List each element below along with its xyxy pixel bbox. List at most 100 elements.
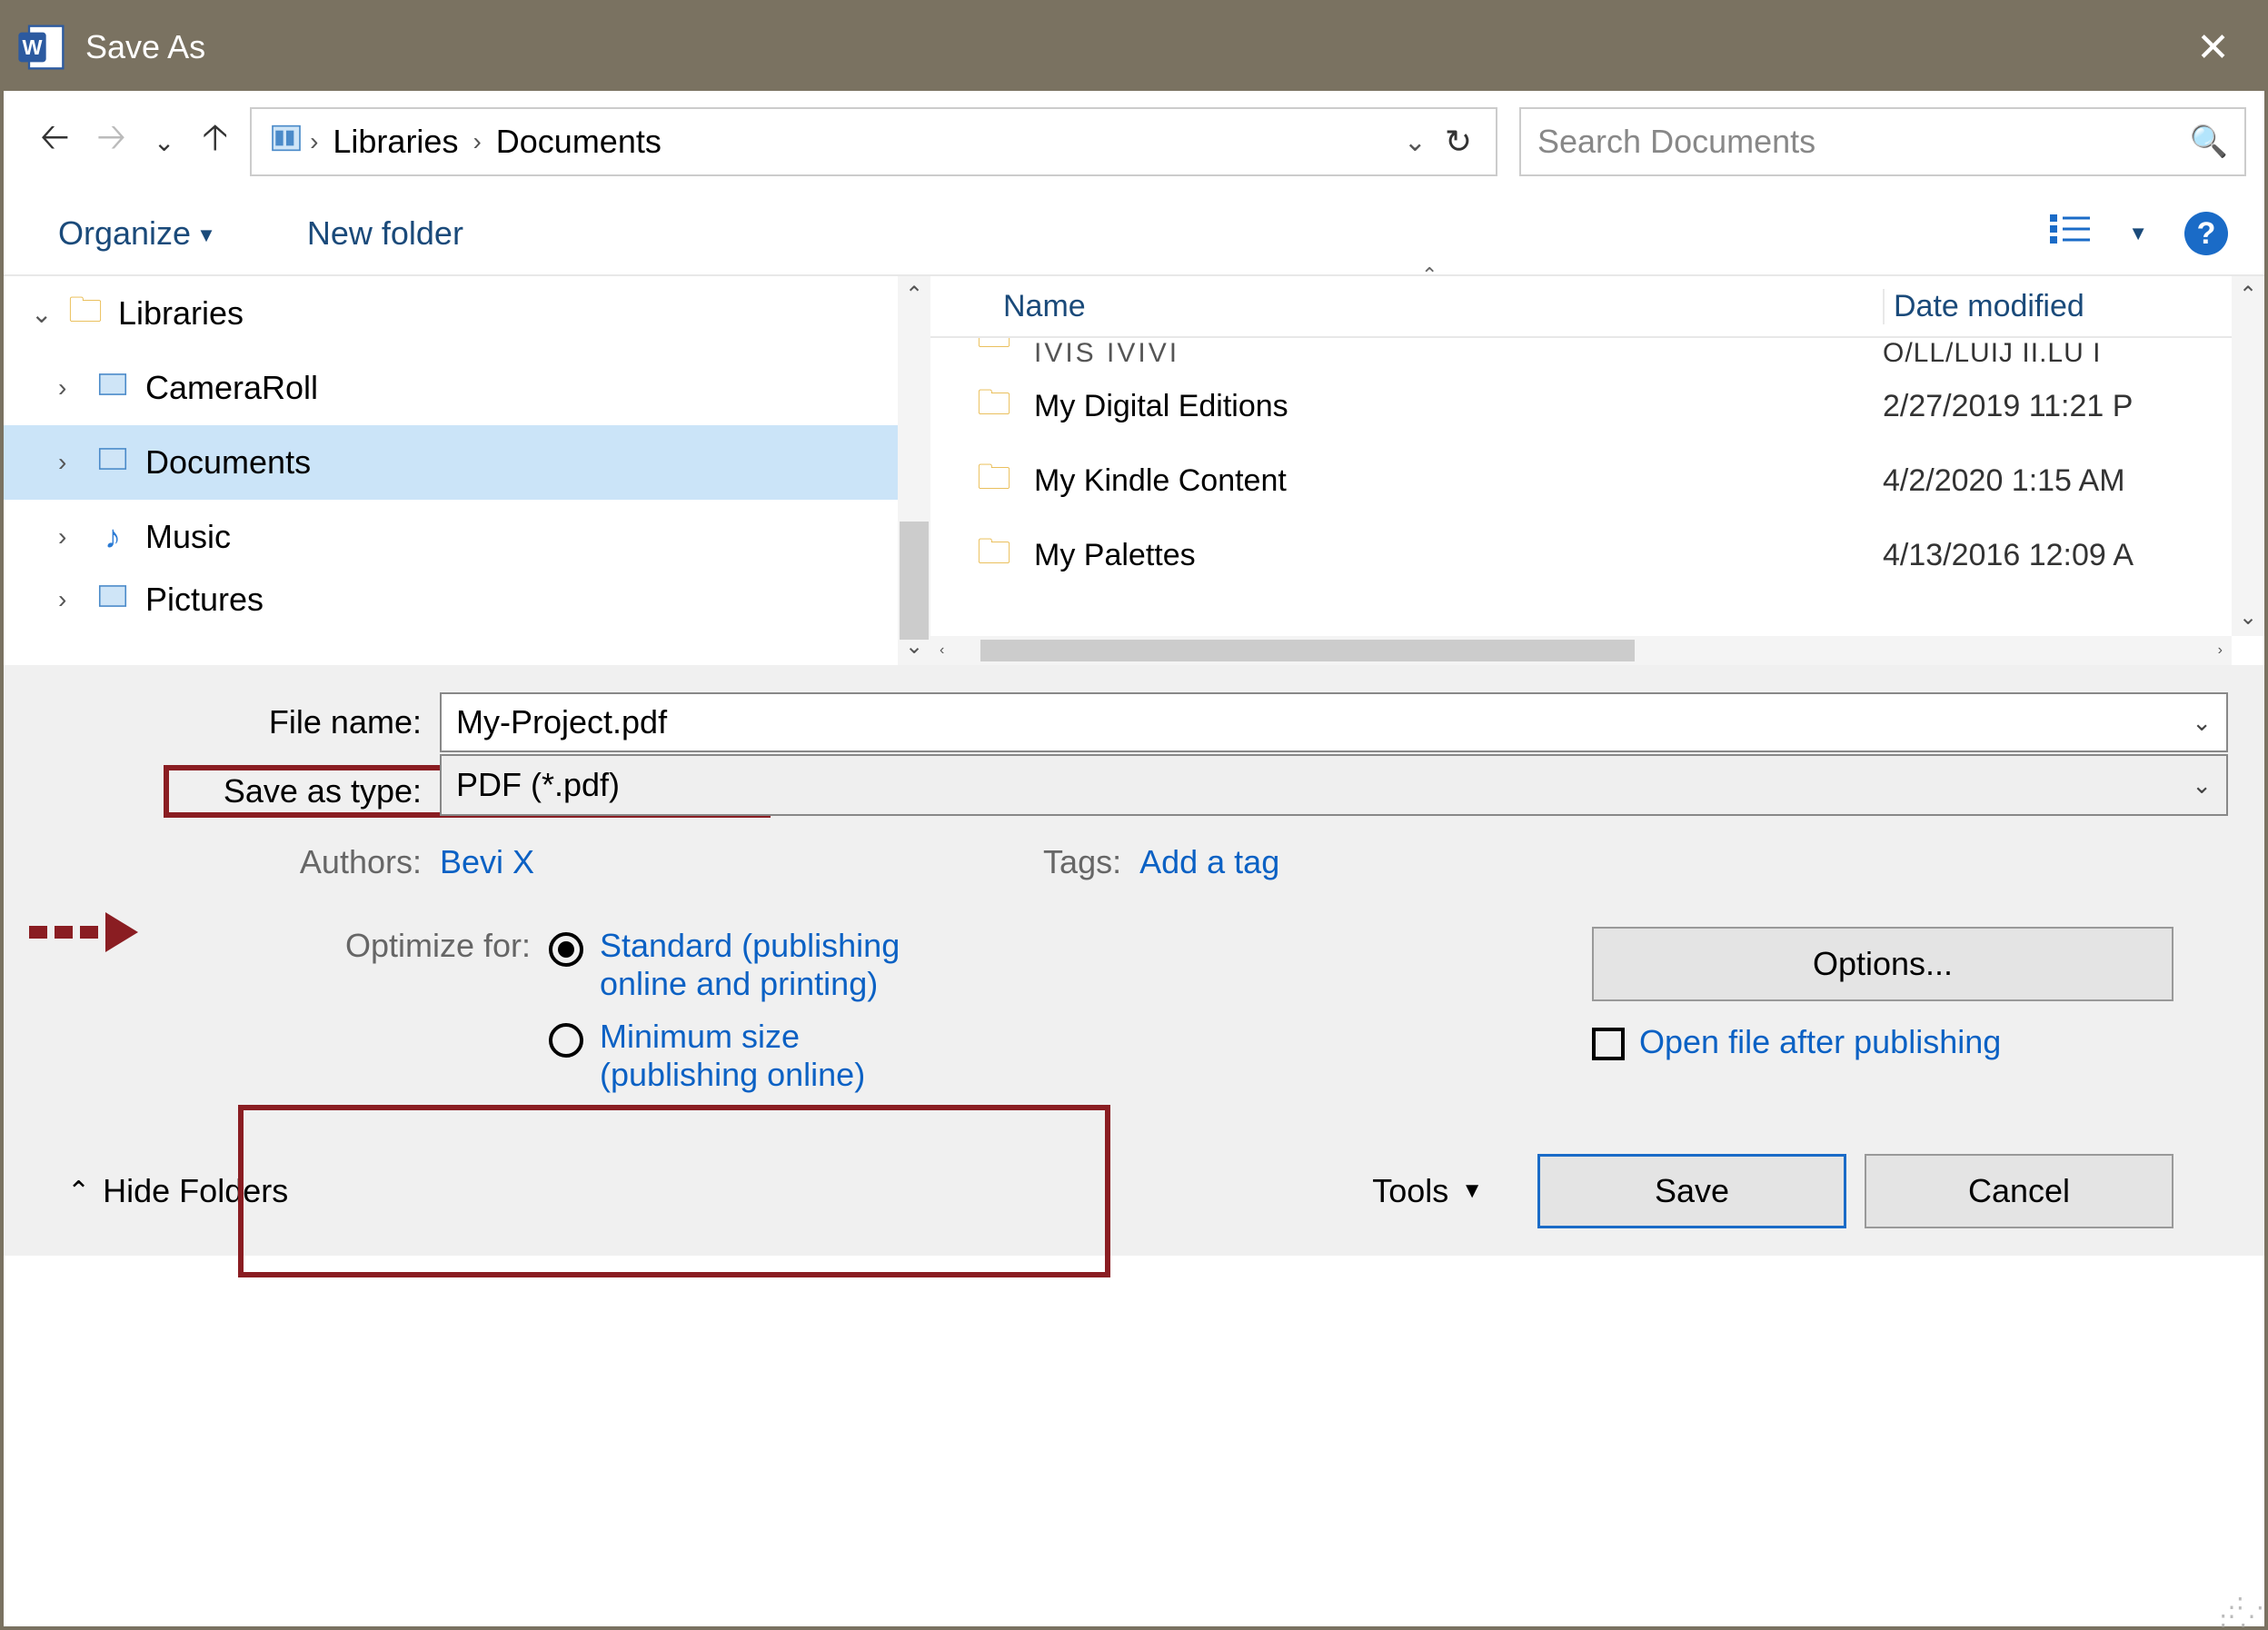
tree-item-music[interactable]: › ♪ Music	[4, 500, 930, 574]
breadcrumb-libraries[interactable]: Libraries	[333, 123, 458, 161]
help-button[interactable]: ?	[2184, 212, 2228, 255]
save-as-type-label: Save as type:	[167, 772, 440, 810]
options-button[interactable]: Options...	[1592, 927, 2174, 1001]
radio-unselected-icon	[549, 1023, 583, 1058]
folder-icon: 🗀	[967, 338, 1021, 369]
annotation-arrow	[29, 912, 138, 952]
expand-icon[interactable]: ›	[58, 522, 91, 552]
caret-down-icon[interactable]: ⌄	[2192, 771, 2212, 800]
collapse-icon[interactable]: ⌄	[31, 299, 64, 329]
file-name: My Kindle Content	[1034, 463, 1883, 499]
file-name-label: File name:	[40, 703, 440, 741]
back-button[interactable]: 🡠	[40, 111, 69, 173]
refresh-button[interactable]: ↻	[1437, 123, 1479, 161]
new-folder-button[interactable]: New folder	[307, 214, 463, 253]
save-as-type-select[interactable]: PDF (*.pdf) ⌄	[440, 754, 2228, 816]
open-after-label: Open file after publishing	[1639, 1023, 2001, 1060]
caret-down-icon[interactable]: ⌄	[2192, 709, 2212, 737]
file-date: 2/27/2019 11:21 P	[1883, 389, 2264, 424]
folder-tree: ⌄ 🗀 Libraries › CameraRoll › Documents ›…	[4, 276, 930, 665]
address-dropdown[interactable]: ⌄	[1393, 126, 1437, 158]
library-folder-icon	[91, 367, 134, 410]
column-header-date[interactable]: Date modified	[1883, 289, 2264, 324]
save-as-type-value: PDF (*.pdf)	[456, 766, 620, 804]
word-app-icon: W	[16, 22, 67, 73]
view-mode-dropdown[interactable]: ▼	[2128, 222, 2148, 245]
view-mode-button[interactable]	[2050, 211, 2092, 256]
scroll-left-icon[interactable]: ‹	[940, 642, 944, 659]
search-icon: 🔍	[2190, 124, 2228, 160]
scroll-up-icon[interactable]: ⌃	[2239, 282, 2257, 308]
tags-label: Tags:	[1043, 843, 1121, 881]
tree-label: Documents	[145, 443, 311, 482]
forward-button[interactable]: 🡢	[96, 111, 125, 173]
libraries-icon: 🗀	[64, 284, 107, 343]
chevron-right-icon[interactable]: ›	[310, 127, 318, 156]
sort-indicator-icon: ⌃	[1421, 263, 1437, 287]
expand-icon[interactable]: ›	[58, 448, 91, 477]
address-bar[interactable]: › Libraries › Documents ⌄ ↻	[250, 107, 1497, 176]
scroll-down-icon[interactable]: ⌄	[2239, 604, 2257, 631]
list-item[interactable]: 🗀 My Kindle Content 4/2/2020 1:15 AM	[930, 443, 2264, 518]
search-input[interactable]: Search Documents 🔍	[1519, 107, 2246, 176]
folder-icon: 🗀	[967, 526, 1021, 585]
scroll-right-icon[interactable]: ›	[2218, 642, 2223, 659]
open-after-publishing-checkbox[interactable]: Open file after publishing	[1592, 1023, 2174, 1061]
optimize-standard-label-line2: online and printing)	[600, 965, 878, 1002]
optimize-minimum-label-line2: (publishing online)	[600, 1056, 865, 1093]
file-name-value: My-Project.pdf	[456, 703, 667, 741]
file-name-input[interactable]: My-Project.pdf ⌄	[440, 692, 2228, 752]
file-browser: ⌄ 🗀 Libraries › CameraRoll › Documents ›…	[4, 274, 2264, 665]
tags-value[interactable]: Add a tag	[1139, 843, 1279, 881]
close-button[interactable]: ✕	[2174, 25, 2252, 71]
optimize-minimum-radio[interactable]: Minimum size(publishing online)	[549, 1018, 900, 1094]
tools-dropdown[interactable]: Tools ▼	[1372, 1172, 1483, 1210]
list-item[interactable]: 🗀 IVIS IVIVI O/LL/LUIJ II.LU I	[930, 338, 2264, 369]
optimize-standard-radio[interactable]: Standard (publishingonline and printing)	[549, 927, 900, 1003]
up-button[interactable]: 🡡	[202, 111, 228, 173]
filelist-hscrollbar[interactable]: ‹›	[930, 636, 2232, 665]
library-root-icon	[268, 120, 304, 164]
svg-text:W: W	[22, 35, 42, 59]
library-folder-icon	[91, 442, 134, 484]
radio-selected-icon	[549, 932, 583, 967]
hide-folders-button[interactable]: ⌃ Hide Folders	[67, 1172, 288, 1210]
folder-icon: 🗀	[967, 452, 1021, 511]
tree-scroll-thumb[interactable]	[900, 522, 929, 640]
library-folder-icon	[91, 579, 134, 621]
recent-locations-dropdown[interactable]: ⌄	[154, 127, 174, 157]
save-button[interactable]: Save	[1537, 1154, 1846, 1228]
chevron-right-icon[interactable]: ›	[472, 127, 481, 156]
tree-item-pictures[interactable]: › Pictures	[4, 574, 930, 625]
tree-label: Pictures	[145, 581, 264, 619]
nav-bar: 🡠 🡢 ⌄ 🡡 › Libraries › Documents ⌄ ↻ Sear…	[4, 91, 2264, 193]
list-item[interactable]: 🗀 My Digital Editions 2/27/2019 11:21 P	[930, 369, 2264, 443]
caret-down-icon: ▼	[196, 224, 216, 246]
filelist-vscrollbar[interactable]: ⌃⌄	[2232, 276, 2264, 636]
tree-item-libraries[interactable]: ⌄ 🗀 Libraries	[4, 276, 930, 351]
tree-label: Libraries	[118, 294, 244, 333]
command-bar: Organize▼ New folder ▼ ?	[4, 193, 2264, 274]
authors-label: Authors:	[40, 843, 440, 881]
breadcrumb-documents[interactable]: Documents	[496, 123, 662, 161]
expand-icon[interactable]: ›	[58, 373, 91, 403]
column-header-name[interactable]: Name	[930, 289, 1883, 324]
folder-icon: 🗀	[967, 377, 1021, 436]
tree-item-cameraroll[interactable]: › CameraRoll	[4, 351, 930, 425]
resize-grip[interactable]: ⋰⋰⋰	[2219, 1603, 2259, 1621]
cancel-button[interactable]: Cancel	[1865, 1154, 2174, 1228]
expand-icon[interactable]: ›	[58, 585, 91, 614]
tree-label: Music	[145, 518, 231, 556]
file-list: Name Date modified ⌃ 🗀 IVIS IVIVI O/LL/L…	[930, 276, 2264, 665]
scroll-up-icon[interactable]: ⌃	[905, 282, 923, 308]
authors-value[interactable]: Bevi X	[440, 843, 534, 881]
file-name-partial: IVIS IVIVI	[1034, 338, 1883, 369]
list-item[interactable]: 🗀 My Palettes 4/13/2016 12:09 A	[930, 518, 2264, 592]
file-name: My Digital Editions	[1034, 389, 1883, 424]
organize-button[interactable]: Organize▼	[58, 214, 216, 253]
file-date: 4/2/2020 1:15 AM	[1883, 463, 2264, 499]
tree-item-documents[interactable]: › Documents	[4, 425, 930, 500]
hscroll-thumb[interactable]	[980, 640, 1635, 661]
optimize-standard-label-line1: Standard (publishing	[600, 927, 900, 964]
save-as-dialog: W Save As ✕ 🡠 🡢 ⌄ 🡡 › Libraries › Docume…	[0, 0, 2268, 1630]
